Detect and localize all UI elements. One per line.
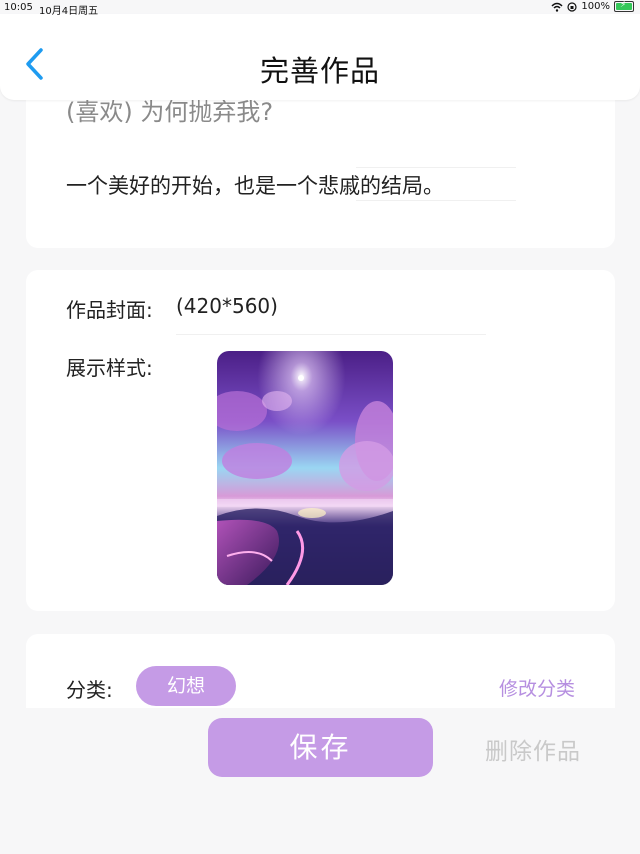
- orientation-lock-icon: [567, 1, 578, 12]
- battery-percent: 100%: [581, 1, 610, 12]
- bottom-actions: 保存 删除作品: [0, 708, 640, 854]
- modify-category-link[interactable]: 修改分类: [499, 674, 575, 701]
- category-label: 分类:: [66, 678, 113, 702]
- cover-image[interactable]: [217, 351, 393, 585]
- wifi-icon: [551, 2, 563, 12]
- status-right: 100% ⚡: [551, 0, 634, 12]
- divider: [356, 167, 516, 168]
- status-date: 10月4日周五: [39, 6, 99, 17]
- category-tag[interactable]: 幻想: [136, 666, 236, 706]
- cover-card: 作品封面: (420*560) 展示样式:: [26, 270, 615, 611]
- battery-icon: ⚡: [614, 0, 634, 12]
- delete-work-button[interactable]: 删除作品: [485, 732, 581, 766]
- page-title: 完善作品: [259, 54, 380, 88]
- status-bar: 10:05 10月4日周五 100% ⚡: [0, 0, 640, 17]
- divider: [176, 334, 486, 335]
- cover-label: 作品封面:: [66, 298, 153, 322]
- work-description[interactable]: 一个美好的开始，也是一个悲戚的结局。: [66, 170, 444, 200]
- category-card: 分类: 幻想 修改分类: [26, 634, 615, 714]
- cover-size: (420*560): [176, 294, 278, 318]
- display-style-label: 展示样式:: [66, 356, 153, 380]
- divider: [356, 200, 516, 201]
- nav-bar: 完善作品: [0, 14, 640, 100]
- status-time: 10:05: [4, 2, 33, 13]
- save-button[interactable]: 保存: [208, 718, 433, 777]
